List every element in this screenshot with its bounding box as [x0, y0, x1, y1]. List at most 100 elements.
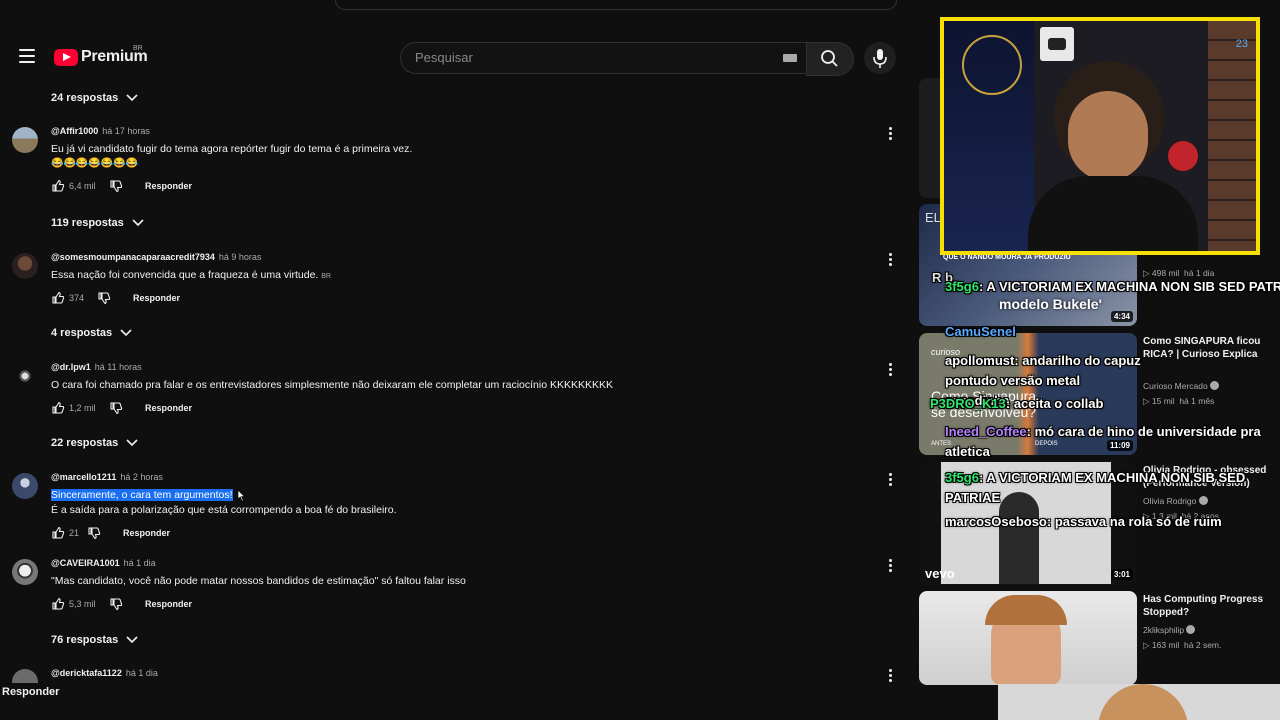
comment-author[interactable]: @dericktafa1122	[51, 668, 122, 678]
comment-time[interactable]: há 1 dia	[126, 668, 158, 678]
avatar[interactable]	[12, 473, 38, 499]
reply-button[interactable]: Responder	[145, 599, 192, 609]
search-button[interactable]	[806, 42, 854, 76]
like-icon[interactable]	[51, 526, 65, 540]
more-options-icon[interactable]	[889, 559, 893, 573]
replies-toggle[interactable]: 76 respostas	[51, 634, 138, 646]
dislike-icon[interactable]	[109, 597, 123, 611]
replies-count: 119 respostas	[51, 217, 124, 229]
video-age: há 2 sem.	[1184, 640, 1222, 650]
verified-icon	[1198, 496, 1208, 505]
reply-button[interactable]: Responder	[123, 528, 170, 538]
avatar[interactable]	[12, 127, 38, 153]
like-icon[interactable]	[51, 291, 65, 305]
avatar[interactable]	[12, 253, 38, 279]
video-title[interactable]: Olivia Rodrigo - obsessed (Performance V…	[1143, 464, 1271, 490]
comment-header: @CAVEIRA1001 há 1 dia	[51, 558, 156, 568]
comment-actions: 374 Responder	[51, 291, 180, 305]
chevron-down-icon	[120, 329, 132, 337]
overlay-face	[1098, 684, 1188, 720]
video-duration: 11:09	[1106, 440, 1133, 451]
comment-header: @dericktafa1122 há 1 dia	[51, 668, 158, 678]
avatar[interactable]	[12, 669, 38, 683]
header: Premium BR	[0, 35, 910, 79]
comment-text: Eu já vi candidato fugir do tema agora r…	[51, 143, 413, 155]
channel-name[interactable]: 2kliksphilip	[1143, 625, 1196, 635]
comment-text: É a saída para a polarização que está co…	[51, 504, 397, 516]
dislike-icon[interactable]	[97, 291, 111, 305]
replies-count: 76 respostas	[51, 634, 119, 646]
like-icon[interactable]	[51, 179, 65, 193]
video-meta: ▷ 498 mil há 1 dia	[1143, 268, 1215, 278]
video-title[interactable]: Como SINGAPURA ficou RICA? | Curioso Exp…	[1143, 335, 1271, 361]
chevron-down-icon	[126, 94, 138, 102]
comment-time[interactable]: há 2 horas	[120, 472, 163, 482]
selected-text: Sinceramente, o cara tem argumentos!	[51, 489, 233, 501]
crest-icon	[962, 35, 1022, 95]
thumbnail-text: modelo Bukele'	[999, 296, 1102, 312]
comment-text: Essa nação foi convencida que a fraqueza…	[51, 269, 319, 281]
comment-time[interactable]: há 17 horas	[102, 126, 150, 136]
flag-badge: BR	[321, 273, 331, 280]
video-thumbnail[interactable]: curioso Como Singapura se desenvolveu? A…	[919, 333, 1137, 455]
comment-author[interactable]: @Affir1000	[51, 126, 98, 136]
replies-toggle[interactable]: 4 respostas	[51, 327, 132, 339]
more-options-icon[interactable]	[889, 473, 893, 487]
more-options-icon[interactable]	[889, 669, 893, 683]
like-icon[interactable]	[51, 401, 65, 415]
replies-toggle[interactable]: 119 respostas	[51, 217, 144, 229]
video-views: 1,3 mil	[1151, 511, 1177, 521]
comment-time[interactable]: há 1 dia	[124, 558, 156, 568]
video-title[interactable]: Has Computing Progress Stopped?	[1143, 593, 1271, 619]
channel-name[interactable]: Olivia Rodrigo	[1143, 496, 1208, 506]
channel-name[interactable]: Curioso Mercado	[1143, 381, 1220, 391]
channel-label: 2kliksphilip	[1143, 625, 1185, 635]
reply-button[interactable]: Responder	[145, 181, 192, 191]
more-options-icon[interactable]	[889, 127, 893, 141]
chevron-down-icon	[132, 219, 144, 227]
replies-count: 24 respostas	[51, 92, 119, 104]
dislike-icon[interactable]	[109, 401, 123, 415]
comment-time[interactable]: há 9 horas	[219, 252, 262, 262]
comment-author[interactable]: @marcello1211	[51, 472, 116, 482]
verified-icon	[1210, 381, 1220, 390]
webcam-bookshelf	[1208, 21, 1256, 251]
chevron-down-icon	[126, 636, 138, 644]
search-input[interactable]	[413, 49, 757, 66]
video-meta: ▷ 15 mil há 1 mês	[1143, 396, 1215, 406]
voice-search-button[interactable]	[864, 42, 896, 74]
search-icon	[821, 50, 838, 67]
dislike-icon[interactable]	[109, 179, 123, 193]
country-code: BR	[133, 45, 143, 52]
replies-toggle[interactable]: 24 respostas	[51, 92, 138, 104]
comment-actions: 6,4 mil Responder	[51, 179, 192, 193]
thumbnail-figure	[999, 492, 1039, 584]
like-count: 6,4 mil	[69, 181, 96, 191]
avatar[interactable]	[12, 559, 38, 585]
overlay-image-bottom	[998, 684, 1280, 720]
comment-header: @somesmoumpanacaparaacredit7934 há 9 hora…	[51, 252, 261, 262]
streamer-webcam-overlay: 23	[940, 17, 1260, 255]
comment-author[interactable]: @dr.lpw1	[51, 362, 91, 372]
comment-author[interactable]: @CAVEIRA1001	[51, 558, 120, 568]
video-thumbnail[interactable]: vevo 3:01	[919, 462, 1137, 584]
video-thumbnail[interactable]	[919, 591, 1137, 685]
dislike-icon[interactable]	[87, 526, 101, 540]
play-button-icon	[1048, 38, 1066, 50]
vevo-logo: vevo	[925, 566, 955, 581]
reply-button[interactable]: Responder	[145, 403, 192, 413]
video-views: 498 mil	[1151, 268, 1180, 278]
replies-toggle[interactable]: 22 respostas	[51, 437, 138, 449]
keyboard-icon[interactable]	[783, 54, 797, 62]
reply-button[interactable]: Responder	[133, 293, 180, 303]
menu-icon[interactable]	[14, 43, 40, 69]
video-age: há 1 dia	[1184, 268, 1215, 278]
thumbnail-before: ANTES	[931, 441, 952, 447]
comment-text-line: Sinceramente, o cara tem argumentos!	[51, 489, 233, 501]
comment-time[interactable]: há 11 horas	[95, 362, 142, 372]
comment-author[interactable]: @somesmoumpanacaparaacredit7934	[51, 252, 215, 262]
more-options-icon[interactable]	[889, 253, 893, 267]
more-options-icon[interactable]	[889, 363, 893, 377]
avatar[interactable]	[12, 363, 38, 389]
like-icon[interactable]	[51, 597, 65, 611]
